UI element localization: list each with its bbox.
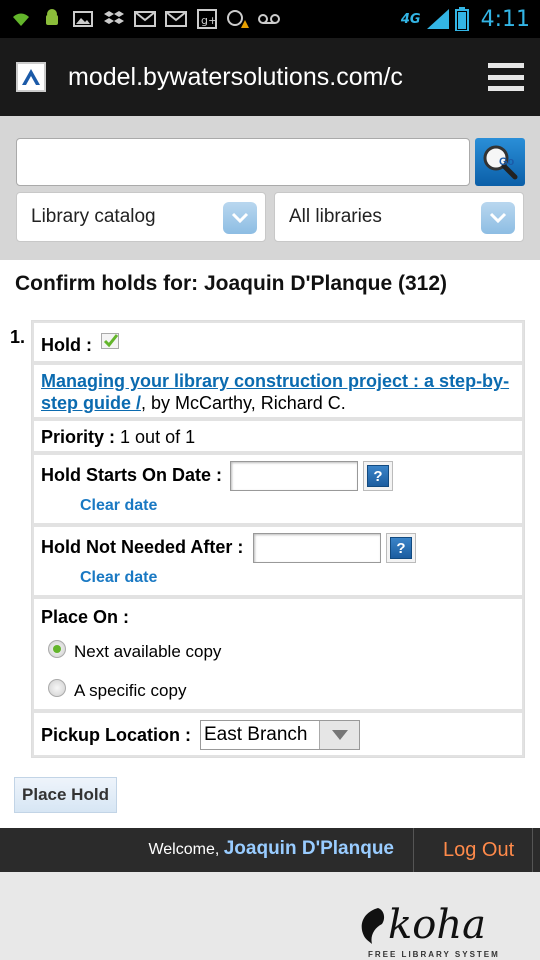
pickup-location-value: East Branch — [204, 724, 308, 745]
svg-text:g+: g+ — [201, 14, 217, 27]
radio-specific-copy[interactable] — [48, 679, 66, 697]
help-icon: ? — [367, 465, 389, 487]
place-on-label: Place On : — [41, 607, 130, 627]
hold-not-needed-row: Hold Not Needed After : ? Clear date — [32, 525, 524, 597]
koha-tagline: FREE LIBRARY SYSTEM — [368, 950, 500, 959]
signal-icon — [426, 9, 449, 29]
welcome-label: Welcome, — [148, 841, 224, 858]
pickup-location-select[interactable]: East Branch — [200, 720, 360, 750]
gmail-icon — [165, 9, 187, 29]
url-text[interactable]: model.bywatersolutions.com/c — [68, 63, 458, 92]
voicemail-icon — [258, 9, 280, 29]
clear-start-date-link[interactable]: Clear date — [80, 497, 157, 515]
svg-text:Go: Go — [499, 156, 515, 168]
wifi-icon — [10, 9, 32, 29]
search-input[interactable] — [16, 138, 470, 186]
option-next-available-label: Next available copy — [74, 642, 222, 661]
pickup-label: Pickup Location : — [41, 725, 192, 745]
hold-item-number: 1. — [10, 327, 26, 347]
gallery-icon — [72, 9, 94, 29]
priority-row: Priority : 1 out of 1 — [32, 419, 524, 453]
hold-row: Hold : — [32, 321, 524, 363]
clear-end-date-link[interactable]: Clear date — [80, 569, 157, 587]
title-row: Managing your library construction proje… — [32, 363, 524, 419]
dropdown-arrow-icon — [319, 721, 359, 749]
page-title: Confirm holds for: Joaquin D'Planque (31… — [15, 272, 448, 295]
welcome-text: Welcome, Joaquin D'Planque — [148, 838, 394, 860]
logout-link[interactable]: Log Out — [413, 828, 533, 872]
status-bar: g+ 4G 4:11 — [0, 0, 540, 38]
priority-label: Priority : — [41, 427, 116, 447]
branding-area: koha FREE LIBRARY SYSTEM — [0, 872, 540, 960]
search-go-button[interactable]: Go — [475, 138, 525, 186]
dropbox-icon — [103, 9, 125, 29]
library-select-value: All libraries — [289, 206, 382, 227]
logged-in-user-link[interactable]: Joaquin D'Planque — [224, 838, 394, 859]
title-author: , by McCarthy, Richard C. — [141, 393, 346, 413]
gmail-icon — [134, 9, 156, 29]
pickup-row: Pickup Location : East Branch — [32, 711, 524, 757]
browser-menu-icon[interactable] — [488, 63, 524, 91]
checkmark-icon — [103, 334, 119, 348]
not-needed-label: Hold Not Needed After : — [41, 537, 244, 557]
hold-checkbox[interactable] — [101, 333, 119, 349]
magnifier-icon: Go — [483, 145, 518, 180]
not-needed-help-button[interactable]: ? — [386, 533, 416, 563]
option-specific-copy-label: A specific copy — [74, 681, 187, 700]
place-hold-button[interactable]: Place Hold — [14, 777, 117, 813]
koha-logo: koha — [356, 902, 486, 948]
browser-url-bar: model.bywatersolutions.com/c — [0, 38, 540, 116]
library-select[interactable]: All libraries — [274, 192, 524, 242]
koha-leaf-icon — [361, 908, 385, 944]
footer-bar: Welcome, Joaquin D'Planque Log Out — [0, 828, 540, 872]
network-type: 4G — [400, 11, 421, 27]
hold-request-form: Hold : Managing your library constructio… — [31, 320, 525, 758]
battery-icon — [454, 7, 469, 31]
hold-starts-help-button[interactable]: ? — [363, 461, 393, 491]
clock: 4:11 — [480, 6, 530, 32]
hold-starts-row: Hold Starts On Date : ? Clear date — [32, 453, 524, 525]
catalog-select[interactable]: Library catalog — [16, 192, 266, 242]
not-needed-date-input[interactable] — [253, 533, 381, 563]
place-on-row: Place On : Next available copy A specifi… — [32, 597, 524, 711]
site-favicon-icon — [16, 62, 46, 92]
google-plus-icon: g+ — [196, 9, 218, 29]
hold-starts-date-input[interactable] — [230, 461, 358, 491]
radio-next-available[interactable] — [48, 640, 66, 658]
help-icon: ? — [390, 537, 412, 559]
hold-starts-label: Hold Starts On Date : — [41, 465, 223, 485]
chevron-down-icon — [481, 202, 515, 234]
catalog-select-value: Library catalog — [31, 206, 156, 227]
alert-icon — [227, 9, 249, 29]
hold-label: Hold : — [41, 335, 92, 355]
chevron-down-icon — [223, 202, 257, 234]
priority-value: 1 out of 1 — [120, 427, 196, 447]
android-icon — [41, 9, 63, 29]
search-bar: Go Library catalog All libraries — [0, 116, 540, 260]
